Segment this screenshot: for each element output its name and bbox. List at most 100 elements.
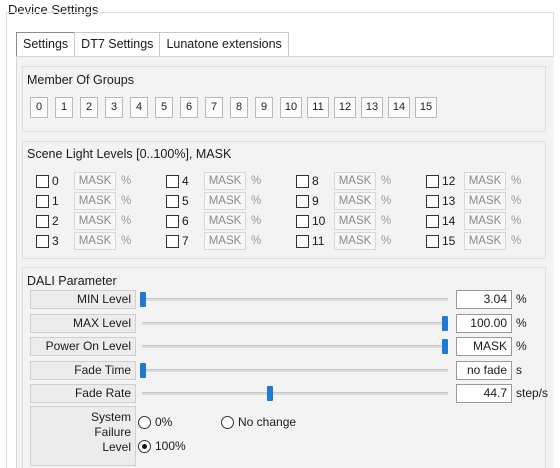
group-button-0[interactable]: 0 [30, 97, 48, 118]
dali-param-value[interactable]: 100.00 [456, 313, 512, 333]
checkbox-icon[interactable] [296, 194, 309, 208]
slider-track[interactable] [142, 298, 448, 301]
group-button-13[interactable]: 13 [361, 97, 383, 118]
scene-number: 7 [182, 234, 189, 248]
group-button-7[interactable]: 7 [205, 97, 223, 118]
tab-dt7-settings[interactable]: DT7 Settings [74, 32, 161, 57]
group-button-2[interactable]: 2 [80, 97, 98, 118]
group-button-4[interactable]: 4 [130, 97, 148, 118]
system-failure-option-nochange-label: No change [238, 415, 297, 429]
slider-thumb[interactable] [266, 386, 273, 401]
scene-unit: % [121, 235, 132, 247]
scene-number: 8 [312, 174, 319, 188]
checkbox-icon[interactable] [36, 194, 49, 208]
scene-level-input[interactable]: MASK [464, 192, 506, 210]
system-failure-label-line-3: Level [102, 440, 131, 454]
group-button-9[interactable]: 9 [255, 97, 273, 118]
tab-settings[interactable]: Settings [16, 32, 76, 57]
scene-level-input[interactable]: MASK [334, 192, 376, 210]
checkbox-icon[interactable] [166, 194, 179, 208]
checkbox-icon[interactable] [426, 194, 439, 208]
group-button-3[interactable]: 3 [105, 97, 123, 118]
scene-number: 12 [442, 174, 456, 188]
scene-item-13: 13 MASK% [426, 192, 556, 210]
groups-title: Member Of Groups [27, 73, 134, 87]
scene-level-input[interactable]: MASK [74, 232, 116, 250]
scene-level-input[interactable]: MASK [204, 172, 246, 190]
slider-track[interactable] [142, 321, 448, 325]
group-button-11[interactable]: 11 [307, 97, 329, 118]
group-button-10[interactable]: 10 [280, 97, 302, 118]
group-button-12[interactable]: 12 [334, 97, 356, 118]
checkbox-icon[interactable] [36, 174, 49, 188]
scene-item-4: 4 MASK% [166, 172, 296, 190]
dali-param-unit: step/s [516, 386, 549, 400]
group-button-1[interactable]: 1 [55, 97, 73, 118]
checkbox-icon[interactable] [296, 234, 309, 248]
dali-param-label: Fade Rate [30, 384, 136, 403]
group-button-15[interactable]: 15 [415, 97, 437, 118]
dali-param-value[interactable]: 44.7 [456, 384, 512, 403]
checkbox-icon[interactable] [166, 214, 179, 228]
scene-level-input[interactable]: MASK [334, 212, 376, 230]
group-button-5[interactable]: 5 [155, 97, 173, 118]
scene-unit: % [251, 195, 262, 207]
dali-param-label: Fade Time [30, 360, 136, 380]
scene-level-input[interactable]: MASK [204, 212, 246, 230]
slider-track[interactable] [142, 368, 448, 372]
checkbox-icon[interactable] [426, 174, 439, 188]
slider-thumb[interactable] [140, 292, 146, 307]
slider-track[interactable] [142, 392, 448, 395]
scene-level-input[interactable]: MASK [204, 192, 246, 210]
group-button-8[interactable]: 8 [230, 97, 248, 118]
checkbox-icon[interactable] [426, 214, 439, 228]
system-failure-option-0-label: 0% [155, 415, 173, 429]
scene-level-input[interactable]: MASK [74, 172, 116, 190]
scene-level-input[interactable]: MASK [334, 232, 376, 250]
slider-thumb[interactable] [442, 339, 448, 354]
radio-icon[interactable] [138, 439, 151, 453]
radio-icon[interactable] [221, 415, 234, 429]
scene-number: 3 [52, 234, 59, 248]
scene-item-9: 9 MASK% [296, 192, 426, 210]
scenes-title: Scene Light Levels [0..100%], MASK [27, 147, 232, 161]
scene-level-input[interactable]: MASK [464, 212, 506, 230]
scene-level-input[interactable]: MASK [74, 192, 116, 210]
scene-number: 6 [182, 214, 189, 228]
dali-param-value[interactable]: no fade [456, 360, 512, 380]
slider-thumb[interactable] [140, 362, 146, 378]
scene-number: 2 [52, 214, 59, 228]
scene-number: 15 [442, 234, 456, 248]
system-failure-option-100[interactable]: 100% [138, 439, 186, 453]
scene-item-8: 8 MASK% [296, 172, 426, 190]
scene-level-input[interactable]: MASK [464, 232, 506, 250]
scene-unit: % [511, 235, 522, 247]
scene-level-input[interactable]: MASK [74, 212, 116, 230]
group-button-14[interactable]: 14 [388, 97, 410, 118]
slider-track[interactable] [142, 345, 448, 348]
dali-param-value[interactable]: 3.04 [456, 290, 512, 309]
scene-level-input[interactable]: MASK [334, 172, 376, 190]
scene-number: 13 [442, 194, 456, 208]
scene-unit: % [511, 215, 522, 227]
checkbox-icon[interactable] [166, 234, 179, 248]
checkbox-icon[interactable] [296, 214, 309, 228]
radio-icon[interactable] [138, 415, 151, 429]
checkbox-icon[interactable] [296, 174, 309, 188]
scene-number: 10 [312, 214, 326, 228]
system-failure-option-nochange[interactable]: No change [221, 415, 296, 429]
scene-level-input[interactable]: MASK [464, 172, 506, 190]
tab-lunatone-extensions[interactable]: Lunatone extensions [159, 32, 289, 57]
slider-thumb[interactable] [442, 315, 448, 331]
scene-level-input[interactable]: MASK [204, 232, 246, 250]
checkbox-icon[interactable] [36, 214, 49, 228]
tab-bar: Settings DT7 Settings Lunatone extension… [16, 32, 289, 57]
system-failure-option-0[interactable]: 0% [138, 415, 172, 429]
group-button-6[interactable]: 6 [180, 97, 198, 118]
dali-param-value[interactable]: MASK [456, 337, 512, 356]
checkbox-icon[interactable] [426, 234, 439, 248]
scene-unit: % [121, 175, 132, 187]
checkbox-icon[interactable] [166, 174, 179, 188]
checkbox-icon[interactable] [36, 234, 49, 248]
scene-item-10: 10 MASK% [296, 212, 426, 230]
